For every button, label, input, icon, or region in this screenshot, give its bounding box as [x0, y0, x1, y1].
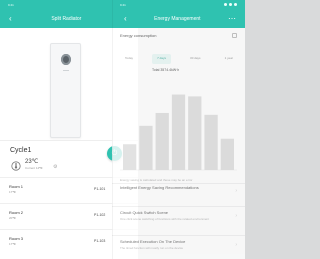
more-icon[interactable]: ⋯ [228, 14, 236, 23]
page-title: Split Radiator [51, 15, 82, 22]
page-title: Energy Management [154, 15, 201, 22]
status-bar: 9:41 [112, 0, 245, 9]
chart-bar-6 [204, 114, 218, 170]
edit-icon[interactable] [232, 32, 237, 38]
chevron-right-icon: › [235, 213, 237, 219]
radiator-device-image [50, 43, 81, 138]
chart-bar-3 [155, 112, 169, 170]
period-tabs: Today 7 days 30 days 1 year [120, 54, 238, 64]
gear-icon[interactable]: ⚙ [53, 164, 57, 170]
status-time: 9:41 [8, 2, 14, 7]
device-name: Cycle1 [10, 147, 32, 154]
recommendations-card[interactable]: Intelligent Energy Saving Recommendation… [112, 185, 245, 201]
divider [112, 206, 245, 207]
room-temperature: 17℃ [9, 190, 16, 194]
energy-management-screen: 9:41 ‹ Energy Management ⋯ Energy consum… [112, 0, 245, 259]
section-title: Energy consumption [120, 32, 157, 38]
tab-1-year[interactable]: 1 year [220, 54, 238, 64]
room-code: P1-101 [94, 187, 106, 191]
back-arrow-icon[interactable]: ‹ [9, 14, 12, 23]
card-subtitle: The timed function will mostly run on th… [120, 246, 184, 250]
card-title: Intelligent Energy Saving Recommendation… [120, 185, 199, 190]
tab-today[interactable]: Today [120, 54, 138, 64]
wifi-icon [229, 3, 232, 6]
divider [112, 183, 245, 184]
screenshot-composite: 9:41 ‹ Split Radiator ⋯ Cycle1 [0, 0, 245, 259]
app-header: ‹ Energy Management ⋯ [112, 9, 245, 28]
room-name: Room 3 [9, 236, 24, 241]
chart-bar-4 [171, 94, 186, 170]
total-consumption: Total 3574.4kW·h [152, 68, 180, 72]
chevron-right-icon: › [235, 242, 237, 248]
card-title: Scheduled Execution On The Device [120, 239, 186, 244]
battery-icon [234, 3, 237, 6]
scheduled-execution-card[interactable]: Scheduled Execution On The Device The ti… [112, 239, 245, 255]
chart-bar-7 [220, 138, 234, 170]
back-arrow-icon[interactable]: ‹ [124, 14, 127, 23]
signal-icon [224, 3, 227, 6]
chart-bar-5 [188, 96, 202, 170]
energy-section-header: Energy consumption [112, 28, 245, 42]
temperature-setpoint: 23℃ [25, 159, 39, 165]
room-code: P1-103 [94, 239, 106, 243]
chart-bar-1 [123, 144, 137, 170]
quick-switch-scene-card[interactable]: Circuit Quick Switch Scene One click sce… [112, 210, 245, 226]
room-code: P1-102 [94, 213, 106, 217]
chart-bar-2 [139, 125, 153, 170]
energy-bar-chart [120, 94, 237, 171]
thermometer-icon [11, 161, 21, 171]
chart-note: Energy saving is calculated and these ma… [120, 178, 193, 182]
divider [112, 235, 245, 236]
card-title: Circuit Quick Switch Scene [120, 210, 169, 215]
energy-content: Energy consumption Today 7 days 30 days … [112, 28, 245, 259]
tab-7-days[interactable]: 7 days [152, 54, 171, 64]
status-icons [224, 3, 237, 6]
room-name: Room 2 [9, 210, 24, 215]
current-temperature: Current 14℃ [25, 166, 43, 170]
chevron-right-icon: › [235, 188, 237, 194]
room-name: Room 1 [9, 184, 24, 189]
tab-30-days[interactable]: 30 days [185, 54, 206, 64]
status-time: 9:41 [120, 2, 126, 7]
room-temperature: 20℃ [9, 216, 16, 220]
card-subtitle: One click scene switching of functions w… [120, 217, 210, 221]
device-display [61, 54, 71, 65]
device-sensor [63, 70, 69, 71]
room-temperature: 17℃ [9, 242, 16, 246]
panel-edge [112, 0, 113, 259]
